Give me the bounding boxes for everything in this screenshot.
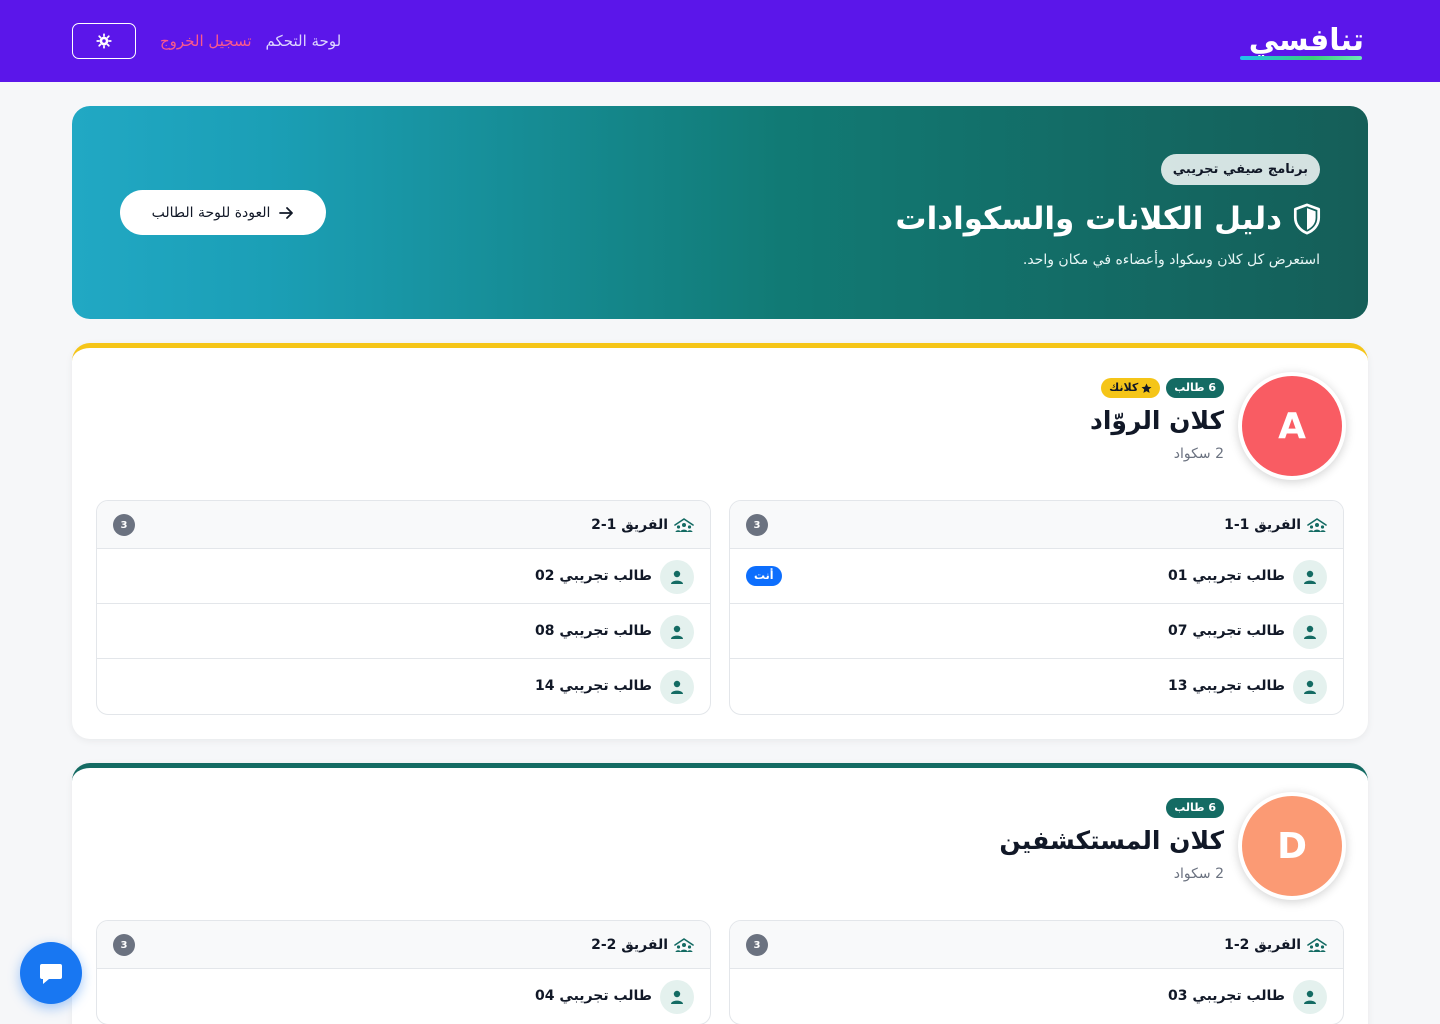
clan-info: 6 طالب كلانك كلان الروّاد 2 سكواد: [1090, 378, 1224, 464]
squad-name: الفريق 1-2: [591, 517, 668, 533]
clan-member-count-badge: 6 طالب: [1166, 378, 1224, 398]
member-avatar: [660, 670, 694, 704]
squad-header: الفريق 2-2 3: [97, 921, 710, 969]
squad-header: الفريق 1-1 3: [730, 501, 1343, 549]
member-name: طالب تجريبي 01: [1168, 568, 1285, 584]
squad-card: الفريق 2-2 3 طالب تجريبي 04: [96, 920, 711, 1024]
program-badge: برنامج صيفي تجريبي: [1160, 154, 1320, 185]
clan-info: 6 طالب كلان المستكشفين 2 سكواد: [999, 798, 1224, 884]
member-avatar: [1293, 670, 1327, 704]
squad-member-count: 3: [113, 514, 135, 536]
clan-squad-count: 2 سكواد: [1173, 446, 1224, 462]
brand-logo[interactable]: تنافسي: [1234, 24, 1364, 64]
you-badge: أنت: [746, 566, 782, 586]
squad-name: الفريق 2-2: [591, 937, 668, 953]
squad-header: الفريق 1-2 3: [97, 501, 710, 549]
your-clan-badge-label: كلانك: [1109, 381, 1139, 394]
squad-card: الفريق 1-1 3 طالب تجريبي 01 أنت طالب تجر…: [729, 500, 1344, 715]
user-icon: [671, 680, 683, 694]
squad-title: الفريق 1-2: [591, 514, 694, 536]
back-button-label: العودة للوحة الطالب: [151, 204, 271, 221]
hero-banner: برنامج صيفي تجريبي دليل الكلانات والسكوا…: [72, 106, 1368, 319]
people-group-icon: [674, 938, 694, 952]
clan-badges: 6 طالب كلانك: [1090, 378, 1224, 398]
clan-avatar: D: [1238, 792, 1346, 900]
gear-icon: [96, 33, 112, 49]
star-icon: [1141, 383, 1152, 393]
people-group-icon: [674, 518, 694, 532]
chat-button[interactable]: [20, 942, 82, 1004]
clan-card: D 6 طالب كلان المستكشفين 2 سكواد الفريق …: [72, 763, 1368, 1024]
nav-dashboard-link[interactable]: لوحة التحكم: [266, 30, 342, 52]
clan-member-count-badge: 6 طالب: [1166, 798, 1224, 818]
user-icon: [1304, 625, 1316, 639]
people-group-icon: [1307, 518, 1327, 532]
nav-logout-link[interactable]: تسجيل الخروج: [160, 30, 252, 52]
squad-name: الفريق 1-1: [1224, 517, 1301, 533]
user-icon: [671, 570, 683, 584]
hero-title-row: دليل الكلانات والسكوادات: [895, 198, 1322, 240]
squad-card: الفريق 2-1 3 طالب تجريبي 03: [729, 920, 1344, 1024]
user-icon: [671, 990, 683, 1004]
clan-avatar: A: [1238, 372, 1346, 480]
clan-name: كلان الروّاد: [1089, 406, 1224, 435]
member-name: طالب تجريبي 02: [535, 568, 652, 584]
squad-member-count: 3: [113, 934, 135, 956]
brand-logo-text: تنافسي: [1248, 23, 1364, 58]
squad-member-count: 3: [746, 934, 768, 956]
member-avatar: [660, 980, 694, 1014]
user-icon: [1304, 680, 1316, 694]
member-name: طالب تجريبي 07: [1168, 623, 1285, 639]
member-avatar: [1293, 980, 1327, 1014]
member-row: طالب تجريبي 07: [730, 604, 1343, 659]
member-row: طالب تجريبي 01 أنت: [730, 549, 1343, 604]
squad-member-count: 3: [746, 514, 768, 536]
member-row: طالب تجريبي 14: [97, 659, 710, 714]
member-name: طالب تجريبي 03: [1168, 988, 1285, 1004]
clan-badges: 6 طالب: [999, 798, 1224, 818]
back-to-dashboard-button[interactable]: العودة للوحة الطالب: [120, 190, 326, 235]
member-row: طالب تجريبي 13: [730, 659, 1343, 714]
people-group-icon: [1307, 938, 1327, 952]
member-name: طالب تجريبي 13: [1168, 678, 1285, 694]
theme-toggle-button[interactable]: [72, 23, 136, 59]
user-icon: [1304, 990, 1316, 1004]
squad-title: الفريق 2-2: [591, 934, 694, 956]
member-avatar: [1293, 615, 1327, 649]
member-row: طالب تجريبي 04: [97, 969, 710, 1024]
arrow-right-icon: [279, 206, 294, 219]
page-title: دليل الكلانات والسكوادات: [895, 201, 1282, 237]
clan-squad-count: 2 سكواد: [1173, 866, 1224, 882]
squad-title: الفريق 2-1: [1224, 934, 1327, 956]
user-icon: [671, 625, 683, 639]
member-avatar: [1293, 560, 1327, 594]
squad-name: الفريق 2-1: [1224, 937, 1301, 953]
member-row: طالب تجريبي 02: [97, 549, 710, 604]
shield-icon: [1293, 203, 1321, 235]
member-name: طالب تجريبي 04: [535, 988, 652, 1004]
member-row: طالب تجريبي 08: [97, 604, 710, 659]
user-icon: [1304, 570, 1316, 584]
your-clan-badge: كلانك: [1101, 378, 1161, 398]
chat-bubble-icon: [40, 964, 62, 984]
member-avatar: [660, 615, 694, 649]
top-navbar: تنافسي لوحة التحكم تسجيل الخروج: [0, 0, 1440, 82]
clan-name: كلان المستكشفين: [999, 826, 1224, 855]
squad-header: الفريق 2-1 3: [730, 921, 1343, 969]
brand-logo-underline: [1240, 56, 1362, 60]
page-subtitle: استعرض كل كلان وسكواد وأعضاءه في مكان وا…: [1022, 252, 1320, 268]
clan-card: A 6 طالب كلانك كلان الروّاد 2 سكواد الفر…: [72, 343, 1368, 739]
member-name: طالب تجريبي 14: [535, 678, 652, 694]
squad-card: الفريق 1-2 3 طالب تجريبي 02 طالب تجريبي …: [96, 500, 711, 715]
nav-links: لوحة التحكم تسجيل الخروج: [160, 30, 341, 52]
member-row: طالب تجريبي 03: [730, 969, 1343, 1024]
member-name: طالب تجريبي 08: [535, 623, 652, 639]
member-avatar: [660, 560, 694, 594]
squad-title: الفريق 1-1: [1224, 514, 1327, 536]
